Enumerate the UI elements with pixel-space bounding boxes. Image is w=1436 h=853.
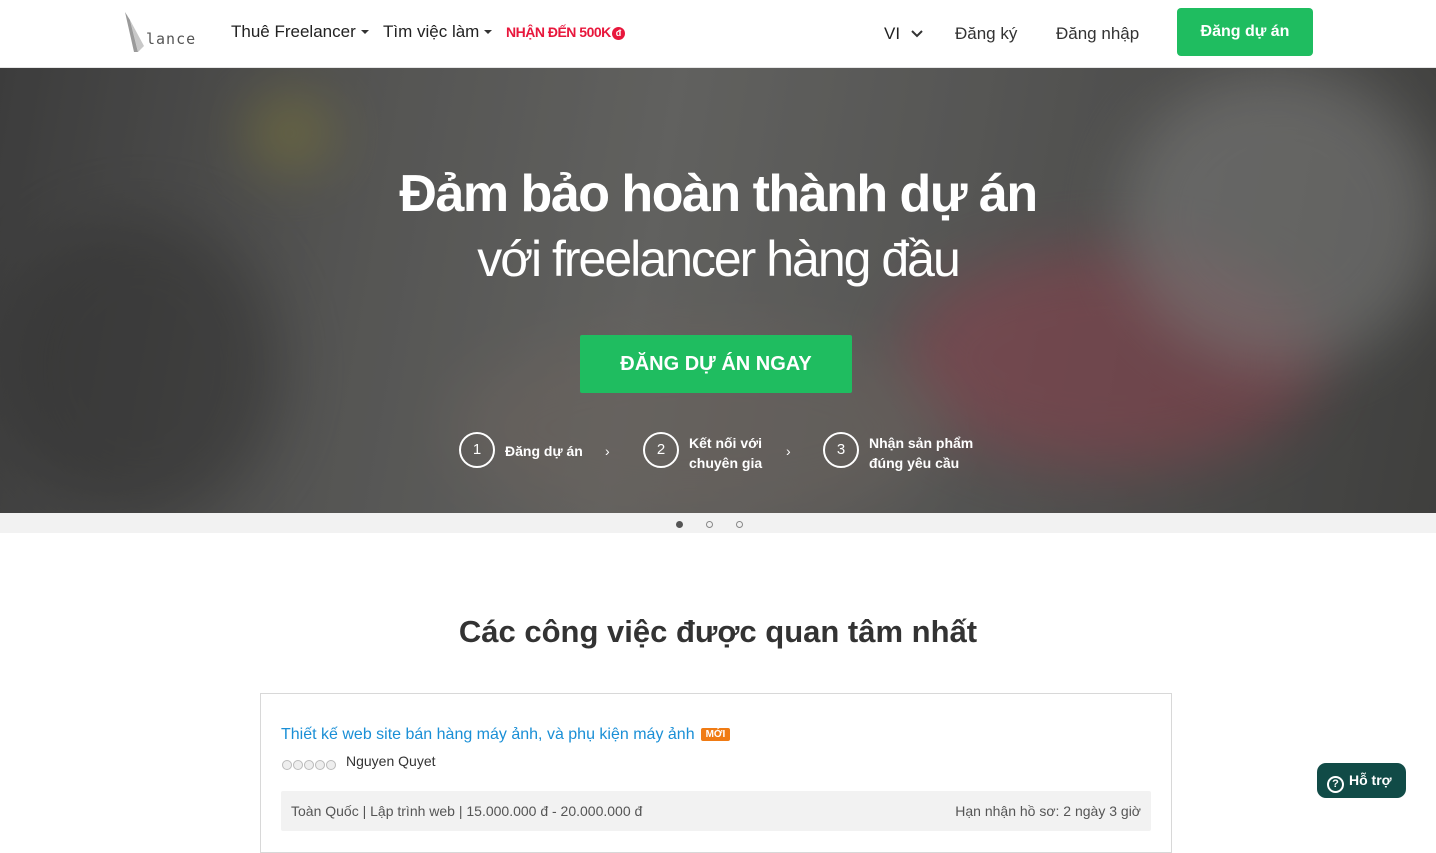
step-2-line2: chuyên gia (689, 455, 763, 471)
chevron-right-icon: › (786, 443, 791, 459)
site-header: lance Thuê Freelancer Tìm việc làm NHẬN … (0, 0, 1436, 68)
chevron-right-icon: › (605, 443, 610, 459)
job-title-link[interactable]: Thiết kế web site bán hàng máy ảnh, và p… (281, 726, 695, 743)
help-icon: ? (1327, 776, 1344, 793)
nav-find-jobs[interactable]: Tìm việc làm (383, 22, 493, 42)
coin-icon: đ (611, 27, 625, 40)
caret-down-icon (484, 30, 493, 34)
step-1-label: Đăng dự án (505, 441, 583, 461)
star-icon (304, 760, 314, 770)
star-icon (282, 760, 292, 770)
promo-label: NHẬN ĐẾN 500K (506, 24, 611, 40)
chevron-down-icon (911, 30, 923, 38)
nav-find-jobs-label: Tìm việc làm (383, 22, 480, 41)
language-selector[interactable]: VI (884, 24, 923, 44)
slide-dot-2[interactable] (706, 521, 713, 528)
post-project-button[interactable]: Đăng dự án (1177, 8, 1313, 56)
job-meta: Toàn Quốc | Lập trình web | 15.000.000 đ… (291, 803, 643, 819)
job-title-row: Thiết kế web site bán hàng máy ảnh, và p… (281, 726, 731, 744)
step-2-label: Kết nối với chuyên gia (689, 433, 762, 473)
login-link[interactable]: Đăng nhập (1056, 24, 1139, 44)
step-3-number: 3 (823, 432, 859, 468)
step-1-number: 1 (459, 432, 495, 468)
step-1-line1: Đăng dự án (505, 443, 583, 459)
step-3-line2: đúng yêu cầu (869, 455, 960, 471)
rating-stars (282, 757, 337, 775)
nav-hire-freelancer-label: Thuê Freelancer (231, 22, 356, 41)
step-3-label: Nhận sản phẩm đúng yêu cầu (869, 433, 973, 473)
slide-dot-1[interactable] (676, 521, 683, 528)
step-3-line1: Nhận sản phẩm (869, 435, 974, 451)
post-project-now-button[interactable]: ĐĂNG DỰ ÁN NGAY (580, 335, 852, 393)
job-owner-link[interactable]: Nguyen Quyet (346, 753, 436, 769)
hero-subtitle: với freelancer hàng đầu (477, 231, 961, 287)
job-card: Thiết kế web site bán hàng máy ảnh, và p… (260, 693, 1172, 853)
register-link[interactable]: Đăng ký (955, 24, 1017, 44)
caret-down-icon (360, 30, 369, 34)
support-label: Hỗ trợ (1349, 772, 1392, 788)
star-icon (326, 760, 336, 770)
step-2-line1: Kết nối với (689, 435, 762, 451)
job-meta-bar: Toàn Quốc | Lập trình web | 15.000.000 đ… (281, 791, 1151, 831)
hero-title: Đảm bảo hoàn thành dự án (399, 165, 1038, 223)
job-deadline: Hạn nhận hồ sơ: 2 ngày 3 giờ (955, 803, 1141, 819)
slider-pagination (0, 513, 1436, 533)
nav-hire-freelancer[interactable]: Thuê Freelancer (231, 22, 369, 42)
language-label: VI (884, 24, 901, 43)
promo-link[interactable]: NHẬN ĐẾN 500K đ (506, 24, 625, 40)
support-button[interactable]: ? Hỗ trợ (1317, 763, 1406, 798)
slide-dot-3[interactable] (736, 521, 743, 528)
star-icon (293, 760, 303, 770)
hero-banner: Đảm bảo hoàn thành dự án với freelancer … (0, 68, 1436, 513)
step-2-number: 2 (643, 432, 679, 468)
star-icon (315, 760, 325, 770)
new-badge: MỚI (700, 728, 731, 741)
section-title: Các công việc được quan tâm nhất (458, 614, 978, 649)
logo-text: lance (146, 30, 197, 48)
